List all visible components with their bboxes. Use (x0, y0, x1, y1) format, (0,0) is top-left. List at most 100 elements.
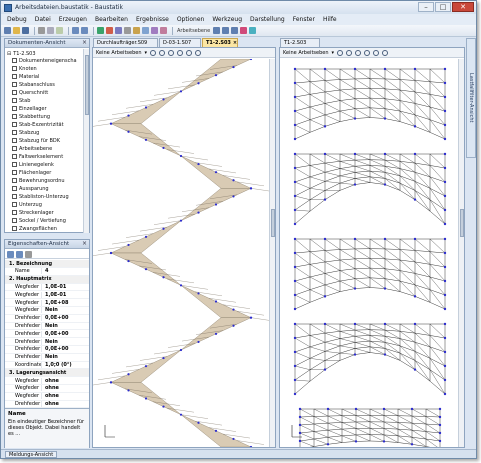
property-category[interactable]: 1. Bezeichnung (5, 260, 89, 268)
property-value[interactable]: 1,0E+08 (41, 299, 89, 306)
close-icon[interactable]: × (82, 240, 87, 247)
property-value[interactable]: 1,0E-01 (41, 291, 89, 298)
menu-werkzeug[interactable]: Werkzeug (212, 16, 242, 23)
property-value[interactable]: ohne (41, 377, 89, 384)
left-model-canvas[interactable] (93, 59, 269, 447)
pan-view-icon[interactable] (195, 49, 202, 56)
minimize-button[interactable]: – (418, 2, 434, 12)
tree-root[interactable]: ⊟ T1-2.S03 (7, 50, 36, 57)
cut-icon[interactable] (38, 27, 45, 34)
tree-item[interactable]: Dokumenteneigenscha (12, 57, 77, 64)
menu-hilfe[interactable]: Hilfe (323, 16, 337, 23)
zoom-out-icon[interactable] (168, 49, 175, 56)
zoom-window-icon[interactable] (364, 49, 371, 56)
tree-item[interactable]: Stabliston-Unterzug (12, 193, 69, 200)
tree-item[interactable]: Stab-Exzentrizität (12, 121, 64, 128)
support-icon[interactable] (151, 27, 158, 34)
property-row[interactable]: Wegfeder 1,0E+08 (5, 299, 89, 307)
tree-scroll-thumb[interactable] (85, 55, 89, 115)
right-viewport[interactable]: Keine Arbeitseben ▾ (279, 47, 465, 448)
close-button[interactable]: ✕ (452, 2, 474, 12)
tab-t12-active[interactable]: T1-2.S03 × (202, 38, 238, 47)
tree-item[interactable]: Stabzug (12, 129, 39, 136)
menu-bearbeiten[interactable]: Bearbeiten (95, 16, 128, 23)
property-row[interactable]: Wegfeder 1,0E-01 (5, 291, 89, 300)
messages-tab[interactable]: Meldungs-Ansicht (5, 451, 58, 458)
left-scrollbar[interactable] (269, 59, 275, 447)
property-value[interactable]: ohne (41, 385, 89, 392)
tab-t12-right[interactable]: T1-2.S03 (280, 38, 320, 47)
property-value[interactable]: 0,0E+00 (41, 330, 89, 337)
menu-darstellung[interactable]: Darstellung (250, 16, 285, 23)
close-icon[interactable]: × (82, 39, 87, 46)
menu-ergebnisse[interactable]: Ergebnisse (136, 16, 169, 23)
property-row[interactable]: Wegfeder ohne (5, 393, 89, 401)
property-row[interactable]: Wegfeder Nein (5, 307, 89, 315)
zoom-icon[interactable] (213, 27, 221, 34)
tree-item[interactable]: Einzellager (12, 105, 47, 112)
zoom-all-icon[interactable] (373, 49, 380, 56)
property-value[interactable]: 0,0E+00 (41, 346, 89, 353)
menu-erzeugen[interactable]: Erzeugen (59, 16, 87, 23)
property-row[interactable]: Drehfeder Nein (5, 338, 89, 346)
property-value[interactable]: Nein (41, 307, 89, 314)
property-row[interactable]: Drehfeder Nein (5, 354, 89, 362)
left-scroll-thumb[interactable] (271, 209, 275, 237)
menu-fenster[interactable]: Fenster (293, 16, 315, 23)
right-workplane-dropdown[interactable]: Keine Arbeitseben (283, 50, 329, 56)
tree-item[interactable]: Material (12, 73, 39, 80)
redo-icon[interactable] (81, 27, 88, 34)
undo-icon[interactable] (72, 27, 79, 34)
property-value[interactable]: ohne (41, 393, 89, 400)
tree-item[interactable]: Stab (12, 97, 30, 104)
property-value[interactable]: Nein (41, 338, 89, 345)
tree-scrollbar[interactable] (83, 49, 89, 233)
load-icon[interactable] (160, 27, 167, 34)
tree-item[interactable]: Flächenlager (12, 169, 51, 176)
menu-datei[interactable]: Datei (35, 16, 51, 23)
maximize-button[interactable]: □ (435, 2, 451, 12)
tree-item[interactable]: Querschnitt (12, 89, 48, 96)
tree-item[interactable]: Stabbettung (12, 113, 50, 120)
tree-item[interactable]: Stabanschluss (12, 81, 55, 88)
tree-item[interactable]: Sockel / Vertiefung (12, 217, 66, 224)
property-pages-icon[interactable] (25, 250, 32, 258)
tab-d03[interactable]: D-03-1.S07 (159, 38, 201, 47)
tree-item[interactable]: Aussparung (12, 185, 49, 192)
paste-icon[interactable] (56, 27, 63, 34)
copy-icon[interactable] (47, 27, 54, 34)
zoom-all-icon[interactable] (186, 49, 193, 56)
open-icon[interactable] (13, 27, 20, 34)
property-value[interactable]: 0,0E+00 (41, 315, 89, 322)
property-row[interactable]: Wegfeder 1,0E-01 (5, 283, 89, 292)
property-row[interactable]: Drehfeder 0,0E+00 (5, 315, 89, 323)
right-model-canvas[interactable] (280, 59, 458, 447)
dropdown-arrow-icon[interactable]: ▾ (332, 50, 335, 56)
property-category[interactable]: 2. Hauptmatrix (5, 275, 89, 284)
mesh-icon[interactable] (249, 27, 257, 34)
property-value[interactable]: Nein (41, 354, 89, 361)
property-value[interactable]: Nein (41, 322, 89, 329)
property-row[interactable]: Name 4 (5, 268, 89, 276)
view-icon[interactable] (115, 27, 122, 34)
save-icon[interactable] (22, 27, 29, 34)
pan-view-icon[interactable] (382, 49, 389, 56)
property-value[interactable]: 4 (41, 268, 89, 275)
tree-item[interactable]: Zwangsflächen (12, 225, 57, 232)
stop-icon[interactable] (106, 27, 113, 34)
menu-debug[interactable]: Debug (7, 16, 27, 23)
property-category[interactable]: 3. Lagerungsansicht (5, 369, 89, 378)
tree-item[interactable]: Linienegelenk (12, 161, 54, 168)
tab-durchlauftraeger[interactable]: Durchlaufträger.S09 (93, 38, 158, 47)
select-icon[interactable] (337, 49, 344, 56)
zoom-window-icon[interactable] (177, 49, 184, 56)
sort-category-icon[interactable] (7, 250, 14, 258)
workplane-combo[interactable]: Arbeitsebene (177, 28, 210, 34)
tree-item[interactable]: Stabzug für BDK (12, 137, 60, 144)
right-scrollbar[interactable] (458, 59, 464, 447)
grid-icon[interactable] (124, 27, 131, 34)
tree-item[interactable]: Knoten (12, 65, 37, 72)
zoom-in-icon[interactable] (346, 49, 353, 56)
property-value[interactable]: 1,0;0 (0°) (41, 361, 89, 368)
property-row[interactable]: Drehfeder Nein (5, 322, 89, 331)
